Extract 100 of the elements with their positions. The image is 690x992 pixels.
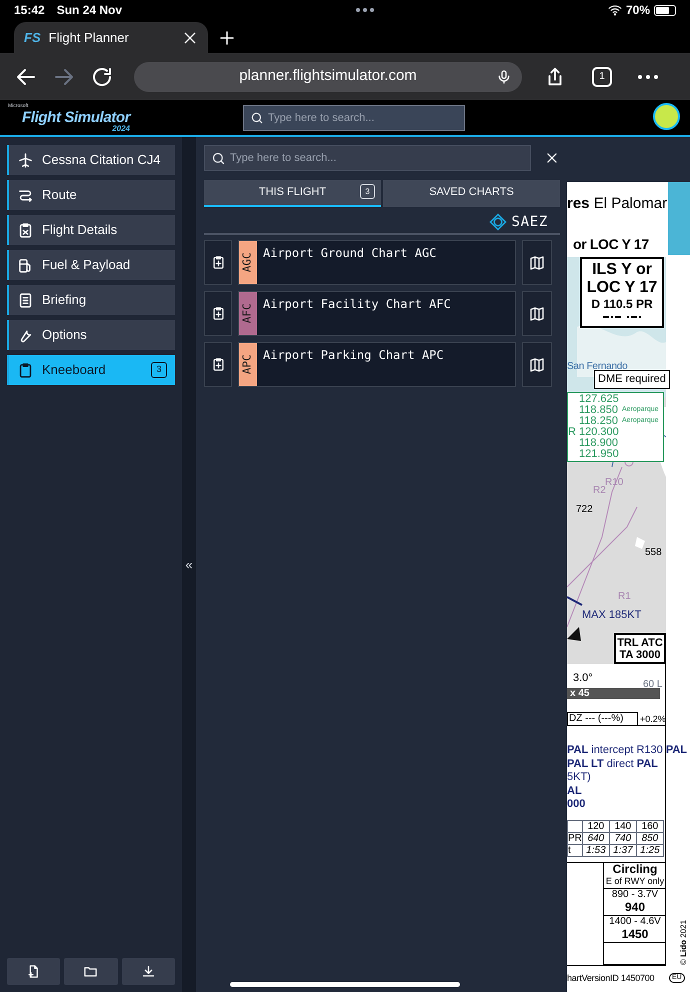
view-chart-button[interactable] — [522, 342, 552, 387]
area-label: R2 — [593, 485, 606, 498]
table-cell: 850 — [636, 832, 664, 844]
status-time: 15:42 — [14, 2, 45, 19]
table-cell: 1:37 — [609, 844, 636, 856]
tab-count-button[interactable]: 1 — [592, 66, 612, 86]
search-icon — [211, 150, 226, 166]
table-cell: 160 — [636, 820, 664, 832]
sidebar-item[interactable]: Kneeboard 3 — [7, 355, 175, 385]
add-to-kneeboard-button[interactable] — [204, 291, 232, 336]
ident-text: D 110.5 PR — [591, 297, 653, 312]
table-cell: 640 — [582, 832, 610, 844]
folder-icon — [83, 964, 98, 979]
table-cell: 120 — [582, 820, 610, 832]
glide-angle: 3.0° — [573, 671, 593, 686]
chart-list-item[interactable]: AGC Airport Ground Chart AGC — [238, 240, 516, 285]
status-date: Sun 24 Nov — [56, 2, 122, 19]
table-cell: 140 — [609, 820, 636, 832]
speed-limit-label: MAX 185KT — [582, 608, 642, 623]
open-button[interactable] — [64, 958, 118, 985]
minima-value: 1400 - 4.6V — [609, 916, 661, 928]
document-icon — [17, 292, 34, 308]
view-chart-button[interactable] — [522, 291, 552, 336]
download-button[interactable] — [122, 958, 175, 985]
site-favicon: FS — [24, 28, 41, 47]
new-button[interactable] — [7, 958, 60, 985]
sidebar-item[interactable]: Briefing — [7, 285, 175, 315]
sidebar-item[interactable]: Cessna Citation CJ4 — [7, 145, 175, 175]
elevation-label: 722 — [576, 503, 593, 517]
chart-title: Airport Parking Chart APC — [263, 347, 444, 362]
copyright-text: © Lido 2021 — [679, 920, 688, 965]
chart-list-item[interactable]: AFC Airport Facility Chart AFC — [238, 291, 516, 336]
close-icon[interactable] — [545, 151, 559, 165]
add-to-kneeboard-button[interactable] — [204, 342, 232, 387]
search-field[interactable]: Type here to search... — [204, 145, 532, 171]
procedure-text: 5KT) — [567, 771, 592, 784]
location-target-icon — [489, 213, 508, 231]
transition-text: TRL ATC — [617, 636, 663, 648]
sidebar-item[interactable]: Route — [7, 180, 175, 210]
frequency-value: 118.250 — [579, 416, 618, 427]
wifi-icon — [608, 3, 622, 17]
search-field[interactable]: Type here to search... — [243, 105, 465, 131]
battery-icon — [654, 4, 676, 16]
close-icon[interactable] — [182, 30, 198, 46]
gradient-value: +0.2% — [640, 713, 666, 726]
clipboard-icon — [17, 222, 34, 238]
minima-subheader: E of RWY only — [606, 876, 664, 887]
chart-title: res El Palomar — [567, 194, 668, 214]
ident-text: ILS Y or — [592, 261, 652, 279]
minima-value: 890 - 3.7V — [612, 889, 658, 901]
glide-distance: 60 L — [643, 678, 662, 692]
count-badge: 3 — [360, 184, 375, 199]
address-field[interactable]: planner.flightsimulator.com — [134, 62, 522, 92]
minima-altitude: 1450 — [622, 928, 648, 941]
more-icon[interactable] — [638, 74, 658, 78]
clipboard-plus-icon — [210, 255, 226, 270]
count-badge: 3 — [151, 362, 167, 378]
map-icon — [529, 356, 545, 372]
sidebar-item[interactable]: Options — [7, 320, 175, 350]
area-label: R1 — [618, 590, 631, 604]
tab-title: Flight Planner — [48, 28, 130, 47]
sidebar-item[interactable]: Flight Details — [7, 215, 175, 245]
search-icon — [250, 111, 264, 125]
map-icon — [529, 254, 545, 270]
chart-version: hartVersionID 1450700 — [567, 972, 654, 985]
frequency-value: 127.625 — [579, 394, 619, 405]
table-cell: t — [568, 844, 582, 856]
procedure-title: or LOC Y 17 — [573, 235, 649, 254]
ident-text: LOC Y 17 — [586, 279, 658, 297]
procedure-text: PAL intercept R130 PAL — [567, 744, 688, 758]
frequency-value: 118.900 — [579, 438, 618, 449]
clipboard-plus-icon — [210, 357, 226, 372]
multitask-dots-icon[interactable] — [356, 8, 374, 12]
battery-percent: 70% — [626, 2, 650, 19]
microphone-icon[interactable] — [496, 68, 512, 84]
tab[interactable]: SAVED CHARTS — [383, 180, 560, 207]
map-icon — [529, 306, 545, 322]
chart-title: Airport Facility Chart AFC — [263, 296, 451, 311]
procedure-text: AL — [567, 784, 583, 798]
sidebar-item[interactable]: Fuel & Payload — [7, 250, 175, 280]
chart-title: Airport Ground Chart AGC — [263, 245, 436, 260]
table-cell: 1:53 — [582, 844, 610, 856]
minima-altitude: 940 — [624, 901, 646, 914]
clipboard-plus-icon — [210, 306, 226, 321]
user-avatar[interactable] — [653, 103, 680, 130]
browser-tab[interactable]: FS Flight Planner — [14, 22, 208, 53]
transition-text: TA 3000 — [620, 648, 660, 660]
procedure-text: PAL LT direct PAL — [567, 758, 659, 771]
frequency-value: 121.950 — [579, 449, 619, 460]
frequency-value: 120.300 — [579, 427, 619, 438]
frequency-value: 118.850 — [579, 405, 618, 416]
new-tab-icon[interactable] — [218, 29, 236, 47]
add-to-kneeboard-button[interactable] — [204, 240, 232, 285]
collapse-button[interactable]: « — [185, 554, 193, 574]
profile-scale: x 45 — [570, 688, 590, 698]
view-chart-button[interactable] — [522, 240, 552, 285]
frequency-prefix: R — [568, 425, 577, 440]
tab[interactable]: THIS FLIGHT 3 — [204, 180, 381, 207]
procedure-text: 000 — [567, 798, 586, 812]
chart-list-item[interactable]: APC Airport Parking Chart APC — [238, 342, 516, 387]
